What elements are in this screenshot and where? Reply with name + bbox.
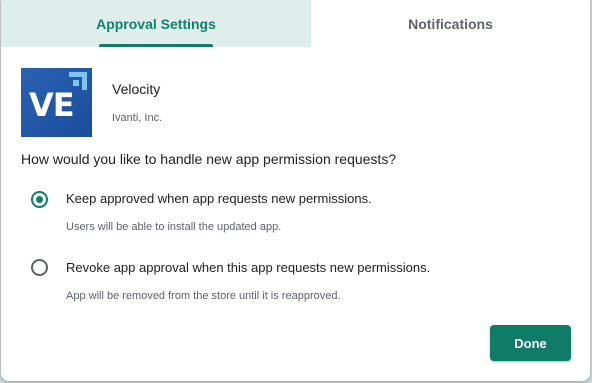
permission-question: How would you like to handle new app per… [21,151,397,167]
tab-approval-settings[interactable]: Approval Settings [1,0,311,47]
active-tab-indicator [99,44,213,47]
tab-approval-settings-label: Approval Settings [96,15,216,32]
option-revoke-approval-label: Revoke app approval when this app reques… [66,260,431,275]
radio-revoke-approval[interactable] [31,259,48,276]
done-button[interactable]: Done [490,325,571,361]
app-publisher: Ivanti, Inc. [112,112,163,124]
logo-corner-mark-icon [69,72,87,90]
approval-settings-dialog: Approval Settings Notifications VE Veloc… [1,0,590,381]
app-name: Velocity [112,81,161,97]
tab-notifications-label: Notifications [408,15,493,32]
tab-bar: Approval Settings Notifications [1,0,590,47]
radio-keep-approved[interactable] [31,191,48,208]
option-keep-approved-label: Keep approved when app requests new perm… [66,191,372,206]
app-logo: VE [21,68,92,137]
option-revoke-approval-description: App will be removed from the store until… [66,290,341,302]
tab-notifications[interactable]: Notifications [311,0,590,47]
app-logo-text: VE [29,86,75,124]
option-keep-approved-description: Users will be able to install the update… [66,221,282,233]
